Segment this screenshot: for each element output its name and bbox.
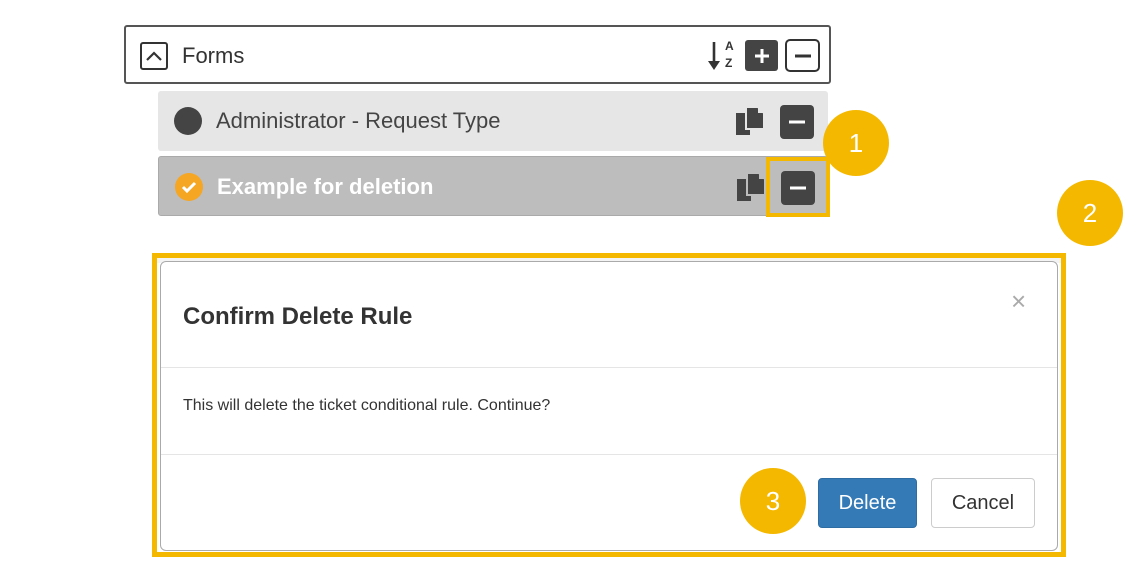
modal-title: Confirm Delete Rule [183, 303, 413, 330]
callout-badge-3: 3 [740, 468, 806, 534]
add-form-button[interactable] [745, 40, 778, 71]
list-item[interactable]: Administrator - Request Type [158, 91, 828, 151]
highlight-box-delete-button [766, 157, 830, 217]
circle-icon [174, 107, 202, 135]
cancel-button[interactable]: Cancel [931, 478, 1035, 528]
collapse-all-button[interactable] [785, 39, 820, 72]
copy-icon[interactable] [735, 171, 767, 203]
modal-body-text: This will delete the ticket conditional … [183, 397, 551, 414]
forms-panel-header: Forms A Z [124, 25, 831, 84]
close-icon[interactable]: × [1011, 286, 1026, 316]
forms-title: Forms [182, 43, 245, 68]
chevron-up-icon [146, 51, 162, 61]
callout-badge-1: 1 [823, 110, 889, 176]
list-item-label: Example for deletion [217, 174, 434, 199]
modal-header-divider [161, 367, 1057, 368]
sort-alpha-icon[interactable]: A Z [706, 39, 736, 73]
minus-icon [789, 120, 805, 124]
sort-letter-z: Z [725, 56, 733, 70]
delete-rule-button[interactable] [780, 105, 814, 139]
copy-icon[interactable] [734, 105, 766, 137]
sort-letter-a: A [725, 39, 734, 53]
list-item-selected[interactable]: Example for deletion [158, 156, 828, 216]
delete-button[interactable]: Delete [818, 478, 917, 528]
confirm-delete-modal: Confirm Delete Rule × This will delete t… [160, 261, 1058, 551]
minus-icon [794, 54, 811, 57]
callout-badge-2: 2 [1057, 180, 1123, 246]
modal-footer-divider [161, 454, 1057, 455]
plus-icon [754, 48, 769, 63]
collapse-toggle-button[interactable] [140, 42, 168, 70]
check-circle-icon [175, 173, 203, 201]
list-item-label: Administrator - Request Type [216, 108, 501, 133]
